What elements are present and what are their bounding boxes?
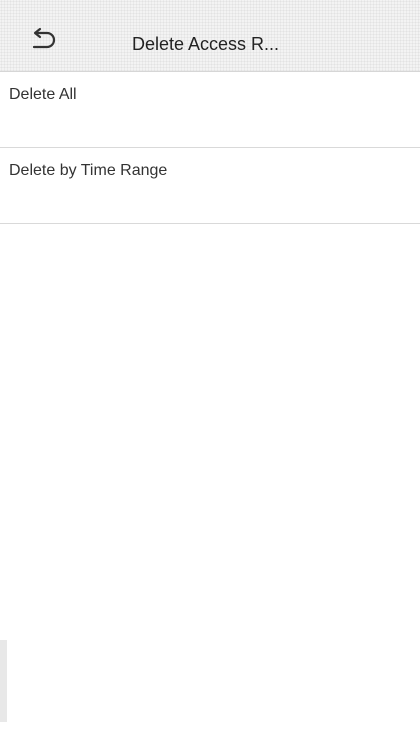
edge-shadow <box>0 640 7 722</box>
menu-item-delete-by-time-range[interactable]: Delete by Time Range <box>0 148 420 224</box>
menu-item-label: Delete by Time Range <box>9 162 168 179</box>
menu-item-label: Delete All <box>9 86 77 103</box>
back-arrow-icon <box>22 24 62 56</box>
header-bar: Delete Access R... <box>0 0 420 72</box>
delete-access-records-screen: Delete Access R... Delete All Delete by … <box>0 0 420 742</box>
back-button[interactable] <box>22 24 62 56</box>
menu-item-delete-all[interactable]: Delete All <box>0 72 420 148</box>
page-title: Delete Access R... <box>132 34 280 54</box>
menu-list: Delete All Delete by Time Range <box>0 72 420 224</box>
